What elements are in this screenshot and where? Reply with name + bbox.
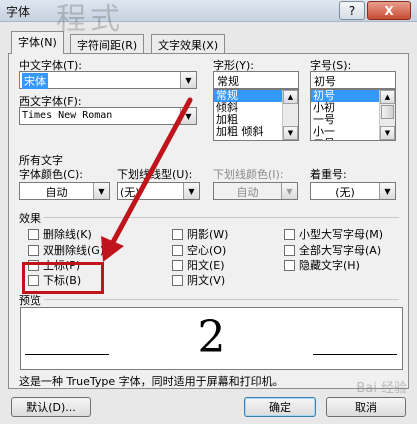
chevron-down-icon[interactable]: ▼ — [180, 108, 196, 124]
cancel-button[interactable]: 取消 — [326, 397, 406, 417]
annotation-highlight-box — [22, 262, 104, 294]
font-size-scrollbar[interactable]: ▲ ▼ — [379, 90, 395, 140]
chevron-down-icon[interactable]: ▼ — [379, 183, 395, 199]
checkbox-box[interactable] — [172, 244, 183, 256]
scroll-down-icon[interactable]: ▼ — [380, 126, 395, 140]
close-button[interactable]: X — [367, 1, 411, 20]
tab-character-spacing[interactable]: 字符间距(R) — [70, 34, 145, 53]
chinese-font-value: 宋体 — [22, 73, 48, 89]
hidden-text-checkbox[interactable]: 隐藏文字(H) — [284, 257, 360, 273]
effects-heading: 效果 — [19, 212, 41, 225]
checkbox-box[interactable] — [172, 228, 183, 240]
scroll-up-icon[interactable]: ▲ — [380, 90, 395, 104]
background-title-text: 程式 — [56, 2, 124, 37]
preview-heading: 预览 — [19, 294, 41, 307]
preview-sample-text: 2 — [197, 312, 226, 363]
checkbox-label: 小型大写字母(M) — [299, 228, 384, 241]
chevron-down-icon[interactable]: ▼ — [281, 183, 297, 199]
checkbox-label: 空心(O) — [187, 244, 227, 257]
scroll-up-icon[interactable]: ▲ — [283, 90, 298, 104]
font-size-list[interactable]: 初号 小初 一号 小一 二号 ▲ ▼ — [310, 89, 396, 141]
chinese-font-combo[interactable]: 宋体 ▼ — [19, 71, 197, 89]
underline-style-value: (无) — [120, 186, 140, 199]
font-style-scrollbar[interactable]: ▲ ▼ — [282, 90, 298, 140]
watermark-text: Bai 经验 — [356, 381, 407, 396]
checkbox-box[interactable] — [28, 228, 39, 240]
checkbox-box[interactable] — [284, 259, 295, 271]
underline-style-combo[interactable]: (无) ▼ — [117, 182, 200, 200]
double-strikethrough-checkbox[interactable]: 双删除线(G) — [28, 242, 104, 258]
emphasis-mark-combo[interactable]: (无) ▼ — [310, 182, 396, 200]
title-bar: 字体 程式 ? X — [0, 0, 417, 37]
underline-color-combo[interactable]: 自动 ▼ — [213, 182, 298, 200]
font-style-list[interactable]: 常规 倾斜 加粗 加粗 倾斜 ▲ ▼ — [213, 89, 299, 141]
effects-separator — [44, 217, 399, 218]
underline-color-value: 自动 — [236, 186, 259, 199]
default-button[interactable]: 默认(D)... — [11, 397, 91, 417]
strikethrough-checkbox[interactable]: 删除线(K) — [28, 226, 92, 242]
engrave-checkbox[interactable]: 阴文(V) — [172, 272, 225, 288]
western-font-combo[interactable]: Times New Roman ▼ — [19, 107, 197, 125]
emphasis-mark-value: (无) — [335, 186, 355, 199]
ok-button[interactable]: 确定 — [244, 397, 316, 417]
help-button[interactable]: ? — [339, 1, 365, 20]
shadow-checkbox[interactable]: 阴影(W) — [172, 226, 228, 242]
checkbox-box[interactable] — [172, 259, 183, 271]
underline-color-label: 下划线颜色(I): — [213, 168, 284, 181]
underline-style-label: 下划线线型(U): — [117, 168, 193, 181]
checkbox-box[interactable] — [172, 274, 183, 286]
font-style-input[interactable]: 常规 — [213, 71, 299, 89]
scroll-down-icon[interactable]: ▼ — [283, 126, 298, 140]
outline-checkbox[interactable]: 空心(O) — [172, 242, 226, 258]
chevron-down-icon[interactable]: ▼ — [93, 183, 109, 199]
checkbox-box[interactable] — [284, 228, 295, 240]
emboss-checkbox[interactable]: 阳文(E) — [172, 257, 225, 273]
font-color-label: 字体颜色(C): — [19, 168, 83, 181]
preview-separator — [44, 299, 399, 300]
tab-text-effects[interactable]: 文字效果(X) — [151, 34, 226, 53]
preview-baseline-right — [313, 354, 397, 355]
checkbox-label: 删除线(K) — [43, 228, 92, 241]
checkbox-label: 隐藏文字(H) — [299, 259, 360, 272]
checkbox-label: 阴影(W) — [187, 228, 229, 241]
font-color-value: 自动 — [45, 186, 68, 199]
emphasis-mark-label: 着重号: — [310, 168, 347, 181]
checkbox-box[interactable] — [28, 244, 39, 256]
checkbox-label: 双删除线(G) — [43, 244, 105, 257]
preview-box: 2 — [20, 307, 403, 370]
checkbox-label: 全部大写字母(A) — [299, 244, 382, 257]
window-title: 字体 — [6, 5, 31, 19]
checkbox-label: 阳文(E) — [187, 259, 225, 272]
chevron-down-icon[interactable]: ▼ — [180, 72, 196, 88]
chevron-down-icon[interactable]: ▼ — [183, 183, 199, 199]
scroll-thumb[interactable] — [381, 105, 394, 119]
all-caps-checkbox[interactable]: 全部大写字母(A) — [284, 242, 381, 258]
preview-note: 这是一种 TrueType 字体，同时适用于屏幕和打印机。 — [19, 375, 284, 388]
checkbox-box[interactable] — [284, 244, 295, 256]
western-font-value: Times New Roman — [22, 110, 113, 121]
checkbox-label: 阴文(V) — [187, 274, 226, 287]
font-size-input[interactable]: 初号 — [310, 71, 396, 89]
tab-font[interactable]: 字体(N) — [11, 31, 64, 54]
font-color-combo[interactable]: 自动 ▼ — [19, 182, 110, 200]
small-caps-checkbox[interactable]: 小型大写字母(M) — [284, 226, 383, 242]
